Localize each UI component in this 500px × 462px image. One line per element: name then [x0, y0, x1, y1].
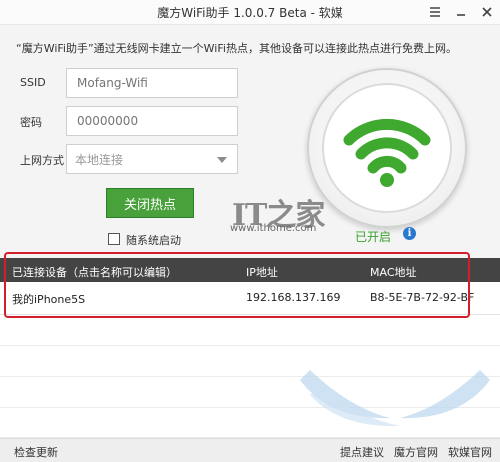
empty-row — [0, 377, 500, 408]
close-hotspot-button[interactable]: 关闭热点 — [106, 188, 194, 218]
table-row[interactable]: 我的iPhone5S 192.168.137.169 B8-5E-7B-72-9… — [0, 282, 500, 315]
close-icon[interactable] — [474, 2, 500, 22]
empty-row — [0, 408, 500, 438]
ithome-url: www.ithome.com — [230, 223, 317, 234]
autostart-checkbox[interactable] — [108, 233, 120, 245]
column-device: 已连接设备（点击名称可以编辑） — [12, 266, 177, 279]
minimize-icon[interactable] — [448, 2, 474, 22]
settings-icon[interactable] — [422, 2, 448, 22]
column-ip: IP地址 — [246, 266, 278, 279]
method-select[interactable]: 本地连接 — [66, 144, 238, 174]
info-icon[interactable]: i — [403, 227, 416, 240]
feedback-link[interactable]: 提点建议 — [340, 444, 384, 460]
wifi-icon — [322, 83, 452, 213]
wifi-status-ring[interactable] — [307, 68, 467, 228]
description-text: “魔方WiFi助手”通过无线网卡建立一个WiFi热点，其他设备可以连接此热点进行… — [16, 42, 457, 55]
ssid-label: SSID — [20, 76, 46, 89]
ruanmei-site-link[interactable]: 软媒官网 — [448, 444, 492, 460]
method-value: 本地连接 — [75, 153, 124, 167]
status-text: 已开启 — [355, 230, 392, 244]
device-name[interactable]: 我的iPhone5S — [12, 291, 85, 307]
column-mac: MAC地址 — [370, 266, 417, 279]
title-bar: 魔方WiFi助手 1.0.0.7 Beta - 软媒 — [0, 0, 500, 25]
check-update-link[interactable]: 检查更新 — [14, 444, 58, 460]
ssid-field[interactable] — [66, 68, 238, 98]
password-label: 密码 — [20, 116, 42, 129]
password-input[interactable] — [75, 113, 233, 129]
autostart-label: 随系统启动 — [126, 234, 181, 247]
empty-row — [0, 346, 500, 377]
chevron-down-icon[interactable] — [217, 157, 227, 163]
ssid-input[interactable] — [75, 75, 233, 91]
password-field[interactable] — [66, 106, 238, 136]
app-window: 魔方WiFi助手 1.0.0.7 Beta - 软媒 “魔方WiFi助手”通过无… — [0, 0, 500, 462]
device-ip: 192.168.137.169 — [246, 291, 341, 304]
device-table-header: 已连接设备（点击名称可以编辑） IP地址 MAC地址 — [0, 258, 500, 282]
magic-site-link[interactable]: 魔方官网 — [394, 444, 438, 460]
device-mac: B8-5E-7B-72-92-BF — [370, 291, 475, 304]
bottom-bar: 检查更新 提点建议 魔方官网 软媒官网 — [0, 438, 500, 462]
empty-row — [0, 315, 500, 346]
method-label: 上网方式 — [20, 154, 64, 167]
